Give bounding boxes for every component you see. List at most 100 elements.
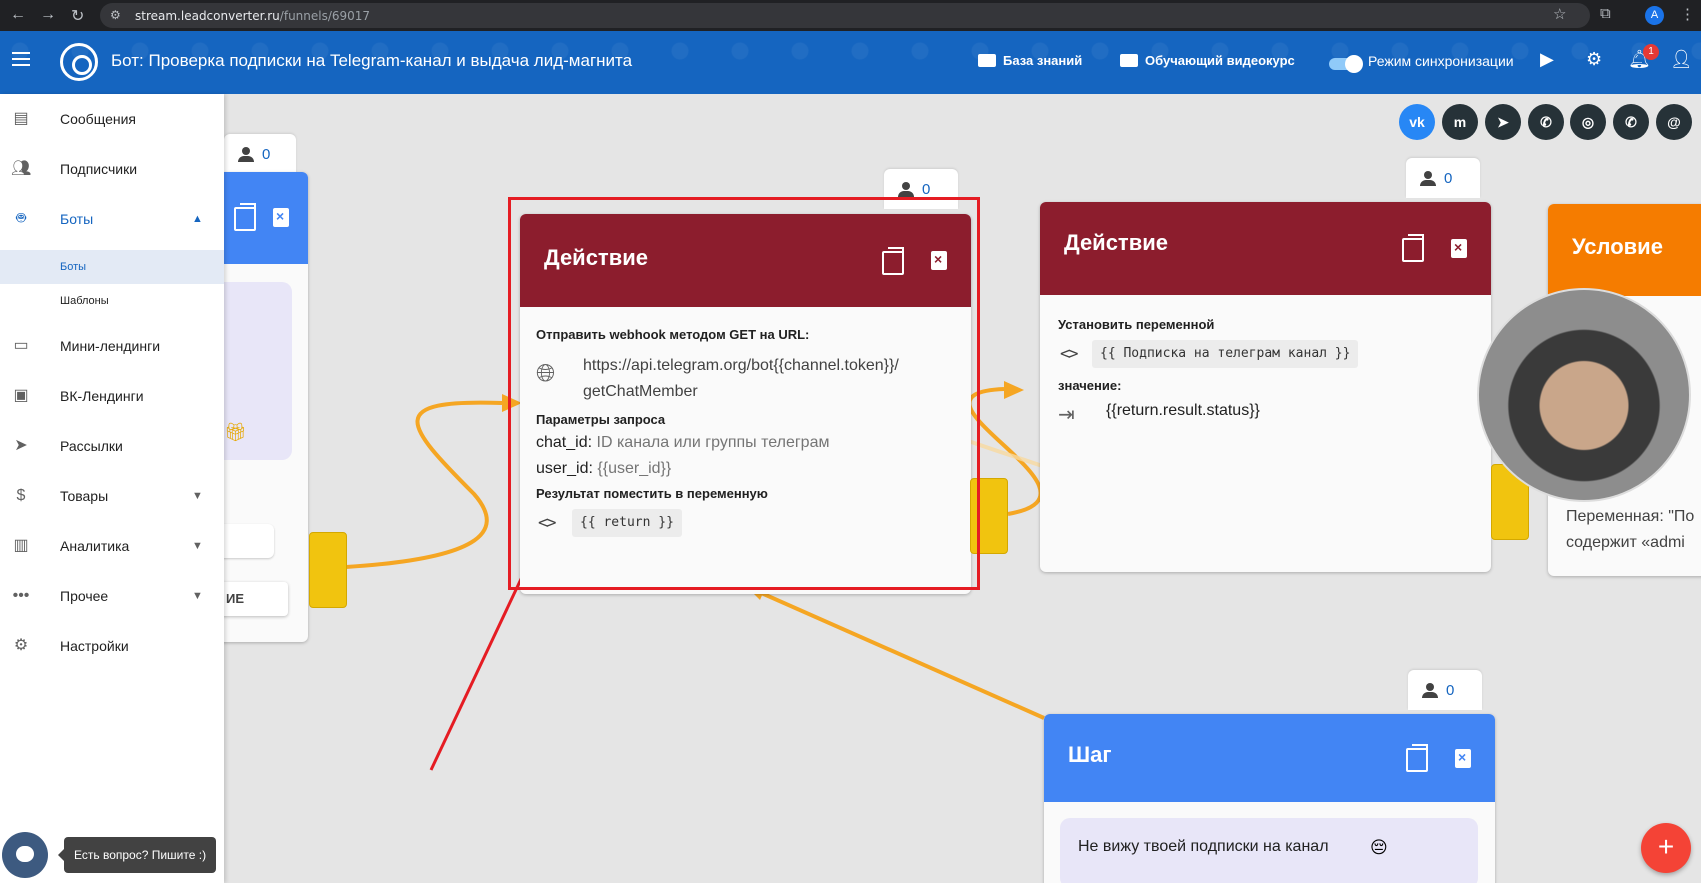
address-bar[interactable]: ⚙ stream.leadconverter.ru/funnels/69017 … [100,3,1590,28]
sidebar-item-other[interactable]: ••• Прочее ▼ [0,571,224,621]
email-icon[interactable]: @ [1656,104,1692,140]
sidebar-item-label: Боты [60,211,94,227]
counter-value: 0 [1444,169,1453,187]
sidebar-item-label: Мини-лендинги [60,338,161,354]
card-button[interactable]: ИЕ [224,582,288,616]
sidebar-item-subscribers[interactable]: 👥︎ Подписчики [0,144,224,194]
sidebar-item-label: Настройки [60,638,129,654]
sidebar-item-bots[interactable]: 🤖︎ Боты ▲ [0,194,224,244]
app-header: Бот: Проверка подписки на Telegram-канал… [0,31,1701,94]
user-icon[interactable]: 👤︎ [1670,49,1693,70]
forward-icon[interactable]: → [40,6,56,24]
counter-value: 0 [1446,681,1455,699]
gear-icon: ⚙ [13,637,29,654]
more-icon: ••• [12,587,30,604]
extensions-icon[interactable]: ⧉ [1600,5,1611,22]
viber-icon[interactable]: ✆ [1528,104,1564,140]
help-tooltip: Есть вопрос? Пишите :) [57,837,217,873]
site-info-icon[interactable]: ⚙ [110,8,121,22]
settings-box-icon[interactable]: ⚙ [1586,49,1602,70]
sync-mode-toggle[interactable] [1329,55,1363,73]
instagram-icon[interactable]: ◎ [1570,104,1606,140]
delete-icon[interactable] [1452,746,1474,770]
card-icon: ▣ [13,387,29,404]
window-icon: ▭ [13,337,29,354]
sidebar-subitem-label: Шаблоны [60,295,109,307]
send-icon: ➤ [14,437,28,454]
video-course-label: Обучающий видеокурс [1145,53,1295,68]
condition-card-header: Условие [1548,204,1701,296]
sidebar-subitem-label: Боты [60,261,87,273]
browser-menu-icon[interactable]: ⋮ [1680,5,1695,23]
delete-icon[interactable] [270,205,292,229]
sidebar: ▤ Сообщения 👥︎ Подписчики 🤖︎ Боты ▲ Боты… [0,94,224,883]
vk-icon[interactable]: vk [1399,104,1435,140]
card-title: Условие [1572,234,1663,259]
copy-icon[interactable] [1402,234,1424,262]
step-message: Не вижу твоей подписки на канал [1078,838,1329,855]
connector-line [345,400,503,569]
telegram-icon[interactable]: ➤ [1485,104,1521,140]
messenger-icon[interactable]: m [1442,104,1478,140]
back-icon[interactable]: ← [10,6,26,24]
copy-icon[interactable] [234,203,256,231]
copy-icon[interactable] [1406,744,1428,772]
sidebar-item-analytics[interactable]: ▥ Аналитика ▼ [0,521,224,571]
condition-text-2: содержит «admi [1566,534,1685,551]
input-fragment[interactable] [224,524,274,558]
left-step-card[interactable]: 🎁︎ ИЕ [224,172,308,642]
sidebar-item-messages[interactable]: ▤ Сообщения [0,94,224,144]
highlight-box [508,197,980,590]
knowledge-base-link[interactable]: База знаний [978,53,1082,68]
sad-emoji-icon: 😔︎ [1370,838,1388,857]
reload-icon[interactable]: ↻ [71,6,84,26]
sidebar-subitem-templates[interactable]: Шаблоны [0,284,224,318]
sidebar-item-products[interactable]: $ Товары ▼ [0,471,224,521]
play-icon[interactable]: ▶ [1540,49,1554,70]
sidebar-item-mini-landings[interactable]: ▭ Мини-лендинги [0,321,224,371]
profile-avatar[interactable]: A [1645,6,1664,25]
sidebar-item-label: Аналитика [60,538,130,554]
card-title: Шаг [1068,742,1112,767]
dollar-icon: $ [16,487,26,504]
funnel-canvas[interactable]: 0 🎁︎ ИЕ 0 Действие Отправить webhook мет… [224,94,1701,883]
action2-counter: 0 [1406,158,1480,198]
logo[interactable] [60,43,98,81]
delete-icon[interactable] [1448,236,1470,260]
chevron-up-icon: ▲ [192,213,203,225]
chevron-down-icon: ▼ [192,490,203,502]
help-chat-button[interactable] [2,832,48,878]
action-card-header: Действие [1040,202,1491,295]
chevron-down-icon: ▼ [192,540,203,552]
browser-toolbar: ← → ↻ ⚙ stream.leadconverter.ru/funnels/… [0,0,1701,31]
video-course-link[interactable]: Обучающий видеокурс [1120,53,1295,68]
value-label: значение: [1058,378,1122,393]
whatsapp-icon[interactable]: ✆ [1613,104,1649,140]
connector-arrow [1004,381,1024,399]
sidebar-subitem-bots[interactable]: Боты [0,250,224,284]
add-block-button[interactable]: + [1641,823,1691,873]
card-title: Действие [1064,230,1168,255]
variable-name-chip: {{ Подписка на телеграм канал }} [1092,340,1359,368]
robot-icon: 🤖︎ [16,210,26,227]
output-port[interactable] [309,532,347,608]
sidebar-item-settings[interactable]: ⚙ Настройки [0,621,224,671]
sidebar-item-vk-landings[interactable]: ▣ ВК-Лендинги [0,371,224,421]
sidebar-item-label: Рассылки [60,438,123,454]
chat-icon: ▤ [13,110,29,127]
people-icon: 👥︎ [11,160,32,177]
youtube-icon [1120,54,1138,67]
step-card[interactable]: Шаг Не вижу твоей подписки на канал 😔︎ [1044,714,1495,883]
page-title: Бот: Проверка подписки на Telegram-канал… [111,51,633,70]
url-text: stream.leadconverter.ru/funnels/69017 [135,9,370,23]
action-card[interactable]: Действие Установить переменной <> {{ Под… [1040,202,1491,572]
url-host: stream.leadconverter.ru [135,9,280,23]
menu-icon[interactable] [12,52,30,66]
bookmark-star-icon[interactable]: ☆ [1553,5,1566,23]
sidebar-item-label: Прочее [60,588,109,604]
chevron-down-icon: ▼ [192,590,203,602]
counter-value: 0 [262,145,271,163]
sidebar-item-mailings[interactable]: ➤ Рассылки [0,421,224,471]
sidebar-item-label: ВК-Лендинги [60,388,144,404]
connector-line [758,590,1045,720]
